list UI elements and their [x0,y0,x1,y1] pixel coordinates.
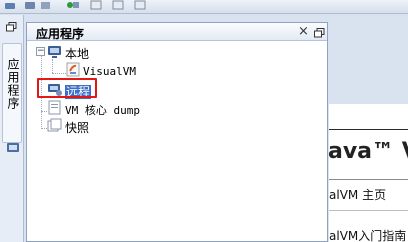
main-toolbar [0,0,408,14]
tree-label-core-dump: VM 核心 dump [65,104,140,117]
panel-title: 应用程序 [36,27,85,41]
start-page-top-rule [329,129,408,130]
collapse-local-toggle[interactable]: − [36,47,45,56]
tab-applications-label: 应用程序 [6,58,20,110]
link-visualvm-home[interactable]: alVM 主页 [329,186,386,203]
panel-header: 应用程序 × [27,23,327,41]
restore-panel-icon[interactable] [314,27,325,41]
applications-icon [6,141,20,158]
thread-dump-icon[interactable] [112,0,124,10]
tree-label-local: 本地 [65,47,90,61]
left-dock: 应用程序 [0,15,24,242]
tab-applications-minimized[interactable]: 应用程序 [2,43,22,152]
close-icon[interactable]: × [298,23,309,41]
applications-panel: 应用程序 × − 本地 VisualVM 远程 VM 核心 dump 快照 [26,22,328,242]
save-icon[interactable] [24,0,36,10]
start-page-divider-2 [329,210,408,211]
link-getting-started[interactable]: alVM入门指南 [329,227,406,242]
core-dump-icon [47,100,62,118]
heap-dump-icon[interactable] [90,0,102,10]
tree-label-snapshots: 快照 [65,121,90,135]
tree-label-visualvm: VisualVM [83,65,136,78]
start-page: ava™ V alVM 主页 alVM入门指南 [328,104,408,242]
open-file-icon[interactable] [4,0,16,10]
visualvm-window: 应用程序 应用程序 × − 本地 VisualVM 远程 VM 核心 dump … [0,0,408,242]
start-page-divider [329,179,408,180]
tree-guide-visualvm [52,73,66,74]
restore-window-icon[interactable] [6,21,17,35]
remote-highlight-box [37,78,97,98]
snapshot-icon[interactable] [134,0,146,10]
disk-icon[interactable] [40,0,52,10]
snapshots-icon [47,118,62,136]
start-page-heading: ava™ V [328,139,408,164]
add-remote-host-icon[interactable] [66,0,79,10]
computer-icon [47,44,62,62]
